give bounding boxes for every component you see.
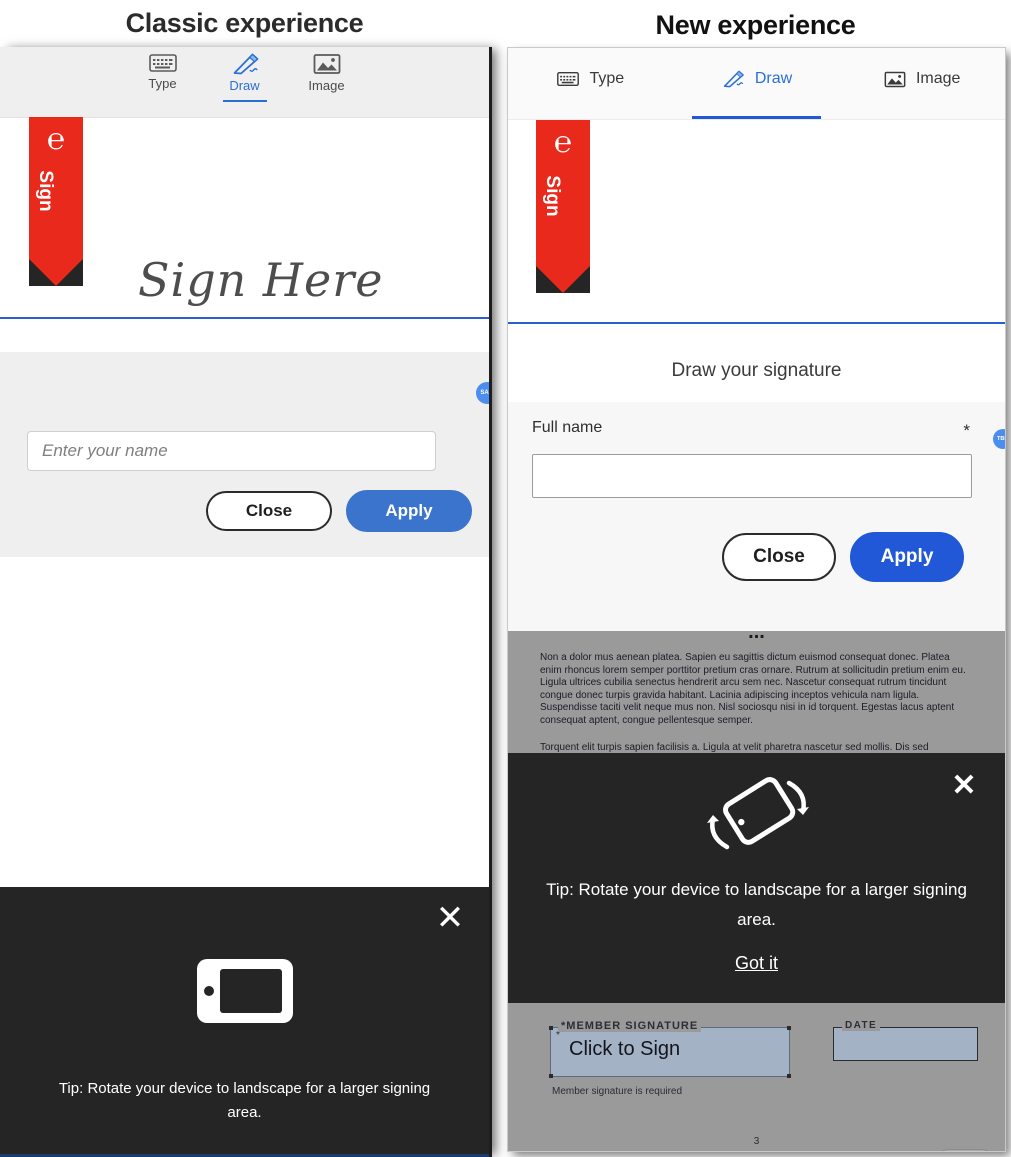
classic-signature-mode-tabbar: Type Draw Image [0,47,489,118]
full-name-label: Full name [532,419,603,436]
tab-image-label: Image [308,78,345,93]
tab-image-label: Image [915,70,961,87]
field-handle [787,1074,791,1078]
tab-draw-label: Draw [229,78,260,93]
sign-flag-label: Sign [35,170,56,212]
classic-experience-panel: Type Draw Image ℮ Sign Sign Here Enter y… [0,47,492,1157]
new-signature-mode-tabbar: Type Draw Image [508,48,1005,120]
new-signature-form: Full name * Close Apply TBM [508,402,1005,631]
date-field-group: DATE [833,1020,978,1061]
rotate-device-icon [508,775,1005,860]
tab-draw-label: Draw [754,70,793,87]
sign-here-flag[interactable]: ℮ Sign [536,120,590,293]
page-indicator[interactable]: 3 [933,1149,997,1151]
adobe-acrobat-logo-icon: ℮ [553,126,572,159]
date-legend: DATE [842,1020,881,1031]
tab-type-label: Type [589,70,625,87]
field-handle [549,1074,553,1078]
tablet-landscape-icon [0,955,489,1032]
signature-baseline [508,322,1005,324]
required-marker: * [963,421,970,440]
user-avatar-badge: TBM [993,429,1005,449]
tip-got-it-button[interactable]: Got it [508,953,1005,974]
click-to-sign-label: Click to Sign [569,1038,681,1060]
comparison-stage: Classic experience New experience Type D… [0,0,1011,1157]
caption-new-experience: New experience [655,10,856,40]
tab-type-label: Type [148,76,177,91]
adobe-acrobat-logo-icon: ℮ [46,123,65,156]
draw-signature-heading: Draw your signature [508,340,1005,402]
user-avatar-badge: SAM [476,382,489,404]
classic-signature-form: Close Apply SAM [0,352,489,557]
signature-validation-message: Member signature is required [552,1086,683,1097]
click-to-sign-field[interactable]: * Click to Sign [549,1026,791,1078]
tab-active-underline [691,116,822,119]
keyboard-icon [148,53,177,73]
keyboard-icon [557,71,580,87]
apply-button[interactable]: Apply [850,532,964,582]
tab-draw[interactable]: Draw [674,48,840,119]
sign-flag-label: Sign [542,175,563,217]
document-paragraph: Non a dolor mus aenean platea. Sapien eu… [540,652,966,726]
tab-image[interactable]: Image [299,53,355,93]
close-button[interactable]: Close [206,491,332,531]
flag-pointer [536,266,590,293]
new-experience-panel: Type Draw Image ℮ Sign Draw your signatu… [507,47,1006,1152]
date-field[interactable] [833,1027,978,1061]
name-input[interactable] [27,431,436,471]
field-handle [549,1026,553,1030]
tab-type[interactable]: Type [135,53,191,91]
caption-classic-experience: Classic experience [125,8,364,38]
image-icon [313,53,341,75]
signature-baseline [0,317,489,319]
document-page-footer: 3 [753,1136,760,1147]
new-rotate-tip-overlay: ✕ Tip: Rotate your device to landscape f… [508,753,1005,1003]
classic-rotate-tip-overlay: ✕ Tip: Rotate your device to landscape f… [0,887,489,1157]
full-name-input[interactable] [532,454,972,498]
close-icon[interactable]: ✕ [433,901,467,935]
tip-message: Tip: Rotate your device to landscape for… [546,880,967,929]
field-handle [787,1026,791,1030]
document-heading-clipped: ... [748,631,765,643]
image-icon [884,71,906,88]
tab-image[interactable]: Image [839,48,1005,110]
tip-message: Tip: Rotate your device to landscape for… [58,1080,431,1121]
flag-pointer [29,259,83,286]
calligraphy-pen-icon [230,53,260,75]
tab-active-underline [222,100,267,102]
tab-draw[interactable]: Draw [217,53,273,102]
sign-here-flag[interactable]: ℮ Sign [29,117,83,286]
close-button[interactable]: Close [722,533,836,581]
member-signature-field-group: *MEMBER SIGNATURE * Click to Sign [549,1020,791,1078]
calligraphy-pen-icon [721,70,745,88]
apply-button[interactable]: Apply [346,490,472,532]
tab-type[interactable]: Type [508,48,674,110]
member-signature-legend: *MEMBER SIGNATURE [558,1020,702,1032]
signature-preview-text: Sign Here [138,253,384,307]
